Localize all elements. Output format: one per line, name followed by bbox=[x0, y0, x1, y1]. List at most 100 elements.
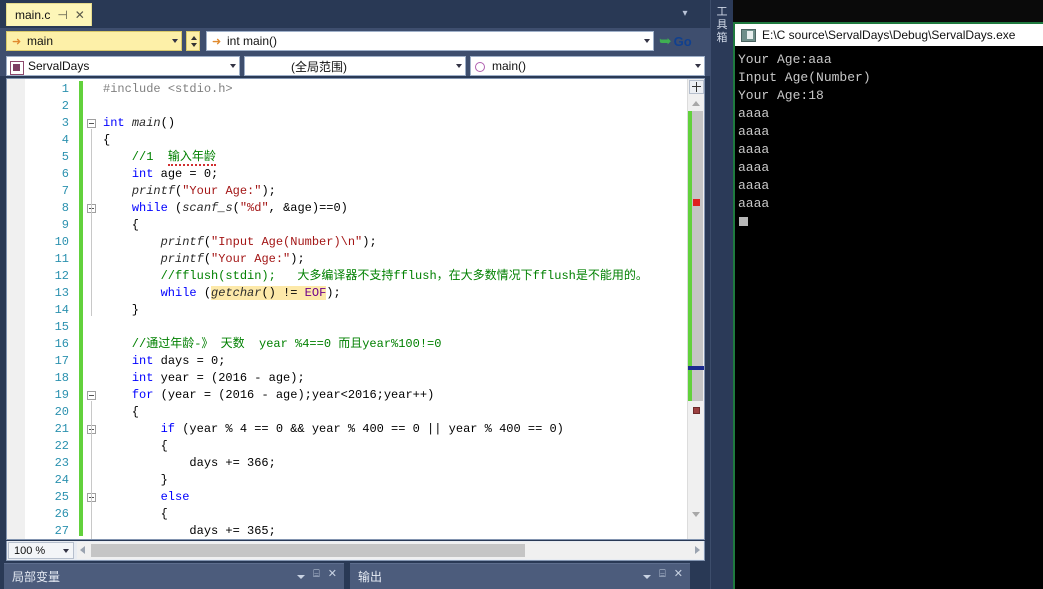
chevron-down-icon[interactable] bbox=[172, 39, 178, 43]
scope-combo[interactable]: (全局范围) bbox=[244, 56, 466, 76]
chevron-down-icon[interactable]: ▾ bbox=[679, 8, 691, 20]
breakpoint-marker[interactable] bbox=[693, 407, 700, 414]
code-line[interactable]: int year = (2016 - age); bbox=[103, 370, 686, 387]
fold-toggle-icon[interactable] bbox=[87, 391, 96, 400]
scroll-up-icon[interactable] bbox=[692, 101, 700, 106]
code-line[interactable]: //fflush(stdin); 大多编译器不支持fflush，在大多数情况下f… bbox=[103, 268, 686, 285]
fold-toggle-icon[interactable] bbox=[87, 119, 96, 128]
close-icon[interactable]: ✕ bbox=[674, 569, 683, 580]
scroll-left-icon[interactable] bbox=[80, 546, 85, 554]
code-line[interactable]: } bbox=[103, 472, 686, 489]
spinner-up-icon[interactable] bbox=[191, 36, 197, 40]
code-token: <stdio.h> bbox=[167, 82, 233, 96]
code-token: ); bbox=[326, 286, 341, 300]
code-token: scanf_s bbox=[182, 201, 233, 215]
panel-locals-title: 局部变量 bbox=[12, 570, 61, 584]
code-token: //1 bbox=[103, 150, 168, 164]
split-view-icon[interactable] bbox=[689, 80, 704, 94]
chevron-down-icon[interactable] bbox=[63, 549, 69, 553]
editor-horizontal-scrollbar[interactable] bbox=[77, 542, 703, 559]
code-line[interactable]: printf("Input Age(Number)\n"); bbox=[103, 234, 686, 251]
console-line: Your Age:aaa bbox=[738, 52, 832, 67]
outlining-margin[interactable] bbox=[87, 79, 103, 539]
procedure-spinner[interactable] bbox=[186, 31, 200, 51]
project-combo[interactable]: ServalDays bbox=[6, 56, 240, 76]
panel-output[interactable]: 输出 ⌸ ✕ bbox=[350, 563, 690, 589]
code-line[interactable]: { bbox=[103, 506, 686, 523]
pin-icon[interactable]: ⊣ bbox=[57, 9, 67, 21]
chevron-down-icon[interactable] bbox=[456, 64, 462, 68]
console-title-text: E:\C source\ServalDays\Debug\ServalDays.… bbox=[762, 28, 1016, 42]
spinner-down-icon[interactable] bbox=[191, 43, 197, 47]
chevron-down-icon[interactable] bbox=[695, 64, 701, 68]
console-cursor bbox=[739, 217, 748, 226]
code-text[interactable]: #include <stdio.h> int main(){ //1 输入年龄 … bbox=[103, 81, 686, 539]
scrollbar-thumb[interactable] bbox=[688, 111, 703, 401]
editor-vertical-scrollbar[interactable] bbox=[687, 79, 704, 539]
code-token: printf bbox=[160, 235, 204, 249]
pin-icon[interactable]: ⌸ bbox=[313, 569, 320, 580]
panel-locals[interactable]: 局部变量 ⌸ ✕ bbox=[4, 563, 344, 589]
console-window[interactable]: E:\C source\ServalDays\Debug\ServalDays.… bbox=[733, 0, 1043, 589]
code-line[interactable] bbox=[103, 98, 686, 115]
code-line[interactable]: { bbox=[103, 132, 686, 149]
tab-label: main.c bbox=[15, 8, 51, 22]
code-line[interactable]: while (scanf_s("%d", &age)==0) bbox=[103, 200, 686, 217]
close-icon[interactable]: ✕ bbox=[328, 569, 337, 580]
change-indicator-bar bbox=[79, 79, 83, 539]
signature-combo-value: int main() bbox=[227, 34, 278, 48]
code-line[interactable]: { bbox=[103, 438, 686, 455]
code-token: "Your Age:" bbox=[211, 252, 291, 266]
scope-combo-value: (全局范围) bbox=[291, 59, 347, 74]
console-output[interactable]: Your Age:aaa Input Age(Number) Your Age:18… bbox=[735, 47, 1043, 589]
toolbox-panel-tab[interactable]: 工具箱 bbox=[710, 0, 733, 589]
scroll-down-icon[interactable] bbox=[692, 512, 700, 517]
pin-icon[interactable]: ⌸ bbox=[659, 569, 666, 580]
code-line[interactable]: int days = 0; bbox=[103, 353, 686, 370]
code-line[interactable]: int age = 0; bbox=[103, 166, 686, 183]
scroll-right-icon[interactable] bbox=[695, 546, 700, 554]
code-line[interactable]: while (getchar() != EOF); bbox=[103, 285, 686, 302]
code-line[interactable]: if (year % 4 == 0 && year % 400 == 0 || … bbox=[103, 421, 686, 438]
hscrollbar-thumb[interactable] bbox=[91, 544, 525, 557]
code-token: int bbox=[131, 371, 154, 385]
console-line: Your Age:18 bbox=[738, 88, 824, 103]
code-line[interactable]: { bbox=[103, 217, 686, 234]
code-line[interactable] bbox=[103, 319, 686, 336]
chevron-down-icon[interactable] bbox=[644, 39, 650, 43]
code-line[interactable]: { bbox=[103, 404, 686, 421]
code-editor[interactable]: 1 2 3 4 5 6 7 8 9 10 11 12 13 14 15 16 17 18 19 20 21 22 23 24 2… bbox=[6, 78, 705, 540]
code-line[interactable]: #include <stdio.h> bbox=[103, 81, 686, 98]
console-title-bar[interactable]: E:\C source\ServalDays\Debug\ServalDays.… bbox=[735, 24, 1043, 46]
chevron-down-icon[interactable] bbox=[230, 64, 236, 68]
panel-output-title: 输出 bbox=[358, 570, 383, 584]
close-icon[interactable]: ✕ bbox=[75, 9, 85, 21]
tab-main-c[interactable]: main.c ⊣ ✕ bbox=[6, 3, 92, 26]
selection-margin[interactable] bbox=[7, 79, 25, 539]
code-line[interactable]: //通过年龄-》 天数 year %4==0 而且year%100!=0 bbox=[103, 336, 686, 353]
code-line[interactable]: days += 366; bbox=[103, 455, 686, 472]
chevron-down-icon[interactable] bbox=[297, 574, 306, 579]
code-line[interactable]: for (year = (2016 - age);year<2016;year+… bbox=[103, 387, 686, 404]
zoom-level-combo[interactable]: 100 % bbox=[8, 542, 74, 559]
error-marker[interactable] bbox=[693, 199, 700, 206]
line-number: 3 bbox=[61, 116, 69, 130]
code-line[interactable]: days += 365; bbox=[103, 523, 686, 539]
go-button[interactable]: ➥ Go bbox=[659, 31, 705, 52]
signature-combo[interactable]: ➜ int main() bbox=[206, 31, 654, 51]
member-combo[interactable]: main() bbox=[470, 56, 705, 76]
code-line[interactable]: printf("Your Age:"); bbox=[103, 183, 686, 200]
procedure-combo[interactable]: ➜ main bbox=[6, 31, 182, 51]
code-token: for bbox=[131, 388, 154, 402]
chevron-down-icon[interactable] bbox=[643, 574, 652, 579]
code-token: ( bbox=[203, 235, 212, 249]
code-line[interactable]: //1 输入年龄 bbox=[103, 149, 686, 166]
code-line[interactable]: else bbox=[103, 489, 686, 506]
code-line[interactable]: int main() bbox=[103, 115, 686, 132]
code-line[interactable]: } bbox=[103, 302, 686, 319]
code-line[interactable]: printf("Your Age:"); bbox=[103, 251, 686, 268]
